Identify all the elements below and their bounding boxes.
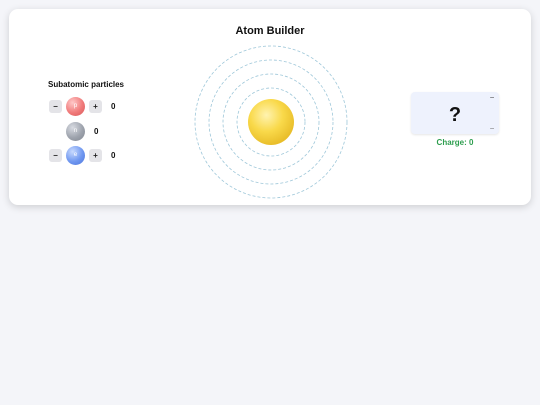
- add-electron-button[interactable]: +: [89, 149, 102, 162]
- charge-label: Charge: 0: [436, 138, 474, 147]
- proton-icon: p: [66, 97, 85, 116]
- element-card: – ? –: [411, 92, 499, 134]
- electron-row: − e + 0: [49, 146, 139, 166]
- atom-diagram: [194, 45, 348, 199]
- electron-count: 0: [111, 151, 116, 160]
- nucleus: [248, 99, 294, 145]
- remove-proton-button[interactable]: −: [49, 100, 62, 113]
- neutron-count: 0: [94, 127, 99, 136]
- proton-row: − p + 0: [49, 97, 139, 117]
- electron-icon: e: [66, 146, 85, 165]
- remove-electron-button[interactable]: −: [49, 149, 62, 162]
- atom-builder-card: Atom Builder Subatomic particles − p + 0…: [9, 9, 531, 205]
- particles-panel-title: Subatomic particles: [47, 80, 125, 89]
- element-atomic-number: –: [490, 125, 494, 132]
- add-proton-button[interactable]: +: [89, 100, 102, 113]
- element-symbol: ?: [448, 104, 462, 126]
- neutron-row: n 0: [49, 122, 139, 142]
- page-title: Atom Builder: [235, 25, 305, 37]
- neutron-icon: n: [66, 122, 85, 141]
- proton-count: 0: [111, 102, 116, 111]
- element-mass-number: –: [490, 94, 494, 101]
